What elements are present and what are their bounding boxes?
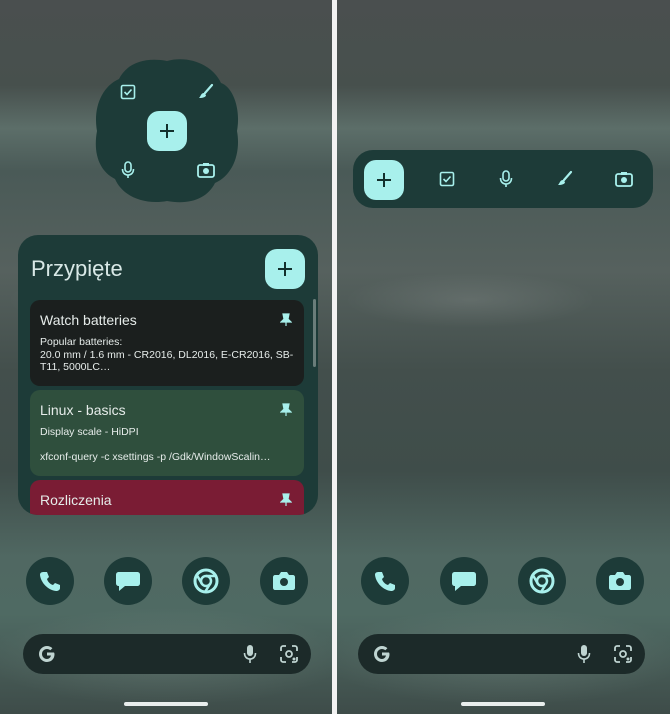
pin-icon [280, 403, 292, 416]
camera-icon[interactable] [194, 158, 218, 182]
scrollbar[interactable] [313, 299, 316, 367]
note-body: Popular batteries: 20.0 mm / 1.6 mm - CR… [40, 336, 294, 373]
plus-icon [278, 262, 292, 276]
google-search-bar[interactable] [23, 634, 311, 674]
note-title: Rozliczenia [40, 492, 112, 508]
camera-icon[interactable] [612, 167, 636, 191]
home-gesture-bar[interactable] [124, 702, 208, 706]
messages-icon [452, 572, 476, 591]
pin-icon [280, 493, 292, 506]
checkbox-icon[interactable] [116, 80, 140, 104]
note-body: Display scale - HiDPI xfconf-query -c xs… [40, 426, 271, 463]
google-g-icon [374, 646, 390, 662]
lens-icon[interactable] [613, 644, 633, 664]
voice-search-icon[interactable] [577, 644, 591, 664]
note-title: Linux - basics [40, 402, 126, 418]
checkbox-icon[interactable] [435, 167, 459, 191]
google-search-bar[interactable] [358, 634, 645, 674]
google-g-icon [39, 646, 55, 662]
messages-icon [116, 572, 140, 591]
pinned-title: Przypięte [31, 256, 123, 281]
quick-actions-widget [93, 57, 241, 205]
brush-icon[interactable] [194, 80, 218, 104]
messages-app-icon[interactable] [104, 557, 152, 605]
mic-icon[interactable] [494, 167, 518, 191]
note-title: Watch batteries [40, 312, 137, 328]
chrome-icon [529, 568, 555, 594]
chrome-app-icon[interactable] [518, 557, 566, 605]
home-screen-right [337, 0, 670, 714]
messages-app-icon[interactable] [440, 557, 488, 605]
camera-icon [273, 572, 295, 590]
lens-icon[interactable] [279, 644, 299, 664]
pin-icon [280, 313, 292, 326]
brush-icon[interactable] [553, 167, 577, 191]
voice-search-icon[interactable] [243, 644, 257, 664]
quick-actions-bar-widget [353, 150, 653, 208]
plus-icon [377, 173, 391, 187]
home-screen-left: Przypięte Watch batteries Popular batter… [0, 0, 332, 714]
new-note-button[interactable] [364, 160, 404, 200]
phone-app-icon[interactable] [26, 557, 74, 605]
phone-app-icon[interactable] [361, 557, 409, 605]
phone-icon [375, 572, 395, 591]
camera-app-icon[interactable] [260, 557, 308, 605]
add-note-button[interactable] [265, 249, 305, 289]
chrome-app-icon[interactable] [182, 557, 230, 605]
note-card[interactable]: Watch batteries Popular batteries: 20.0 … [30, 300, 304, 386]
new-note-button[interactable] [147, 111, 187, 151]
camera-app-icon[interactable] [596, 557, 644, 605]
phone-icon [40, 572, 60, 591]
home-gesture-bar[interactable] [461, 702, 545, 706]
mic-icon[interactable] [116, 158, 140, 182]
plus-icon [160, 124, 174, 138]
chrome-icon [193, 568, 219, 594]
pinned-notes-widget: Przypięte Watch batteries Popular batter… [18, 235, 318, 515]
note-card[interactable]: Linux - basics Display scale - HiDPI xfc… [30, 390, 304, 476]
camera-icon [609, 572, 631, 590]
note-card[interactable]: Rozliczenia [30, 480, 304, 515]
